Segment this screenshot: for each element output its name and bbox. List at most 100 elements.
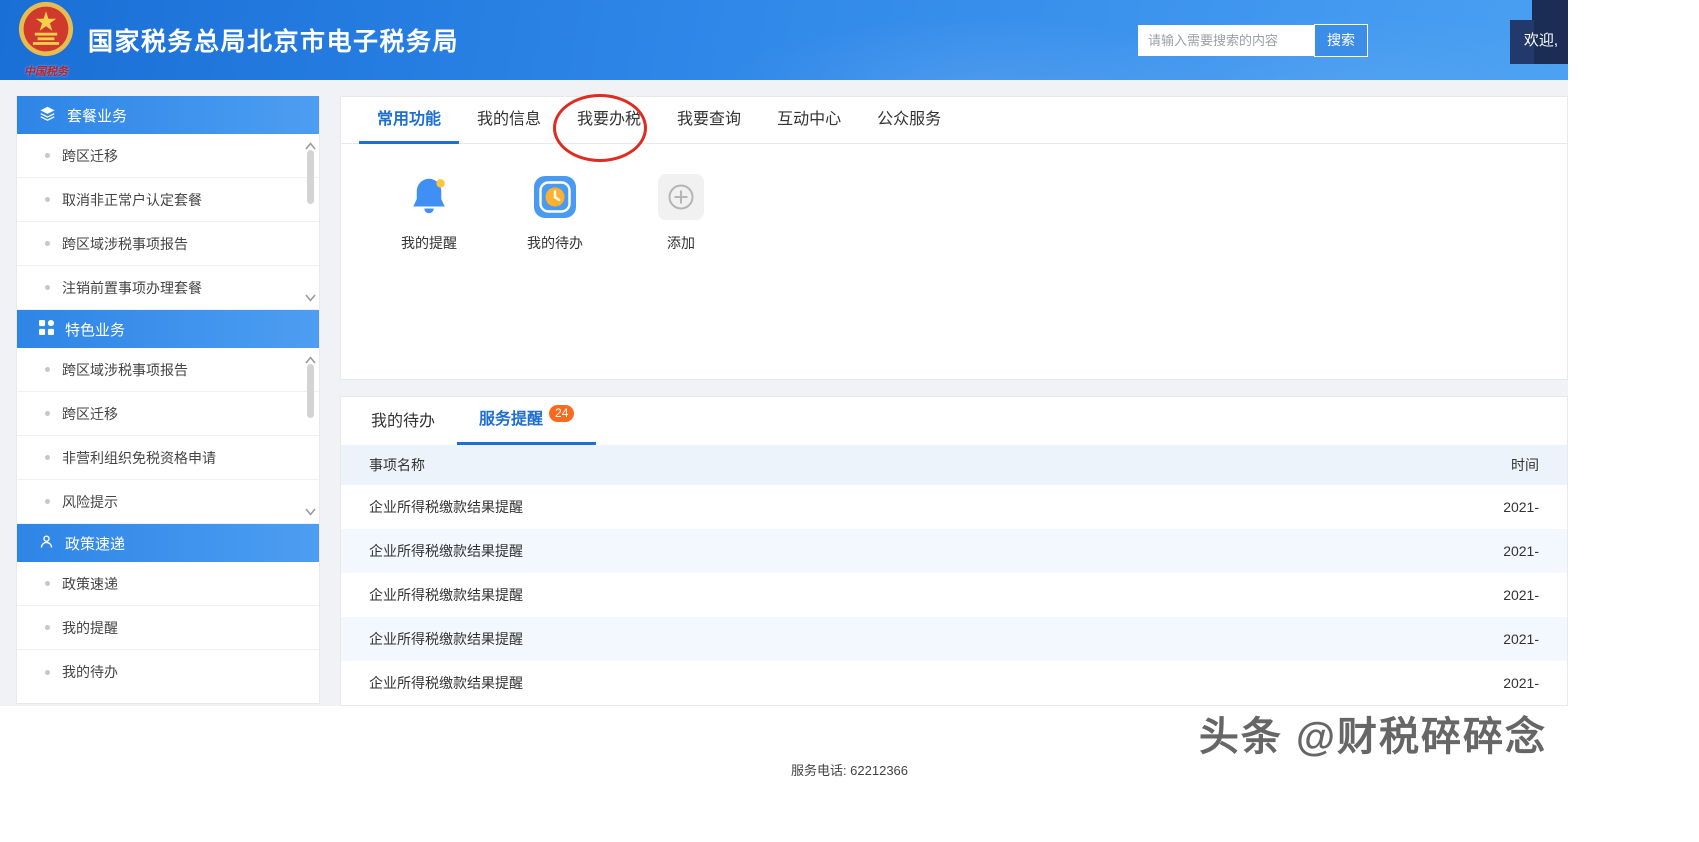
sidebar-item-label: 政策速递 xyxy=(62,575,118,592)
tab-label: 服务提醒 xyxy=(479,411,544,428)
table-row[interactable]: 企业所得税缴款结果提醒 2021- xyxy=(341,529,1567,573)
tab-label: 我的待办 xyxy=(371,412,436,430)
shortcut-my-reminders[interactable]: 我的提醒 xyxy=(391,174,467,253)
bullet-dot-icon xyxy=(45,367,50,372)
sidebar-item-label: 取消非正常户认定套餐 xyxy=(62,191,202,208)
header: 中国税务 国家税务总局北京市电子税务局 搜索 欢迎, xyxy=(0,0,1568,80)
sidebar-list: 跨区域涉税事项报告 跨区迁移 非营利组织免税资格申请 风险提示 xyxy=(17,348,319,524)
page: 中国税务 国家税务总局北京市电子税务局 搜索 欢迎, 套餐业务 跨区迁移 取消非 xyxy=(0,0,1699,842)
tab-tax-handling[interactable]: 我要办税 xyxy=(559,97,659,144)
sidebar-item[interactable]: 取消非正常户认定套餐 xyxy=(17,178,319,222)
bullet-dot-icon xyxy=(45,197,50,202)
shortcuts: 我的提醒 我的待办 添加 xyxy=(341,144,1567,253)
bullet-dot-icon xyxy=(45,241,50,246)
main-content: 常用功能 我的信息 我要办税 我要查询 互动中心 公众服务 我的提醒 我的待办 … xyxy=(340,94,1568,706)
sidebar-item[interactable]: 跨区迁移 xyxy=(17,392,319,436)
table-header: 事项名称 时间 xyxy=(341,445,1567,485)
bullet-dot-icon xyxy=(45,455,50,460)
sidebar-item[interactable]: 我的提醒 xyxy=(17,606,319,650)
sidebar-item[interactable]: 注销前置事项办理套餐 xyxy=(17,266,319,310)
scrollbar[interactable] xyxy=(303,134,317,310)
sidebar-item-label: 跨区迁移 xyxy=(62,405,118,422)
table-row[interactable]: 企业所得税缴款结果提醒 2021- xyxy=(341,573,1567,617)
scrollbar-thumb[interactable] xyxy=(307,364,314,418)
sidebar-item[interactable]: 风险提示 xyxy=(17,480,319,524)
sidebar-item[interactable]: 跨区迁移 xyxy=(17,134,319,178)
bottom-panel: 我的待办 服务提醒 24 事项名称 时间 企业所得税缴款结果提醒 2021- 企… xyxy=(340,396,1568,706)
sidebar-item-label: 跨区迁移 xyxy=(62,147,118,164)
main-layout: 套餐业务 跨区迁移 取消非正常户认定套餐 跨区域涉税事项报告 注销前置事项办理套… xyxy=(0,80,1568,706)
sidebar-item[interactable]: 跨区域涉税事项报告 xyxy=(17,222,319,266)
sidebar-item[interactable]: 政策速递 xyxy=(17,562,319,606)
clock-icon xyxy=(532,174,578,220)
chevron-down-icon[interactable] xyxy=(305,503,316,521)
search-button[interactable]: 搜索 xyxy=(1314,23,1368,57)
scrollbar[interactable] xyxy=(303,348,317,524)
tab-my-todo-list[interactable]: 我的待办 xyxy=(349,397,457,445)
bullet-dot-icon xyxy=(45,285,50,290)
reminder-tabs: 我的待办 服务提醒 24 xyxy=(341,397,1567,445)
welcome-text: 欢迎, xyxy=(1523,32,1558,49)
sidebar-item[interactable]: 我的待办 xyxy=(17,650,319,694)
sidebar-item-label: 我的待办 xyxy=(62,664,118,680)
table-row[interactable]: 企业所得税缴款结果提醒 2021- xyxy=(341,617,1567,661)
search-input[interactable] xyxy=(1138,24,1314,56)
sidebar-section-package-business[interactable]: 套餐业务 xyxy=(17,96,319,134)
row-name: 企业所得税缴款结果提醒 xyxy=(369,675,523,691)
national-emblem-icon xyxy=(18,1,74,62)
table-row[interactable]: 企业所得税缴款结果提醒 2021- xyxy=(341,485,1567,529)
bullet-dot-icon xyxy=(45,581,50,586)
sidebar: 套餐业务 跨区迁移 取消非正常户认定套餐 跨区域涉税事项报告 注销前置事项办理套… xyxy=(16,96,320,704)
apps-grid-icon xyxy=(39,319,54,339)
row-name: 企业所得税缴款结果提醒 xyxy=(369,499,523,515)
bullet-dot-icon xyxy=(45,153,50,158)
sidebar-list: 政策速递 我的提醒 我的待办 xyxy=(17,562,319,694)
row-name: 企业所得税缴款结果提醒 xyxy=(369,543,523,559)
sidebar-item-label: 非营利组织免税资格申请 xyxy=(62,449,216,466)
shortcut-label: 我的待办 xyxy=(527,235,583,251)
logo-caption: 中国税务 xyxy=(24,66,68,78)
tab-common-functions[interactable]: 常用功能 xyxy=(359,97,460,144)
scrollbar-thumb[interactable] xyxy=(307,150,314,204)
search-box: 搜索 xyxy=(1138,23,1368,57)
shortcut-label: 添加 xyxy=(667,235,695,251)
tab-my-inquiry[interactable]: 我要查询 xyxy=(659,97,759,144)
plus-icon xyxy=(658,174,704,220)
shortcut-add[interactable]: 添加 xyxy=(643,174,719,253)
bullet-dot-icon xyxy=(45,669,50,675)
table-row[interactable]: 企业所得税缴款结果提醒 2021- xyxy=(341,661,1567,705)
sidebar-item-label: 注销前置事项办理套餐 xyxy=(62,279,202,296)
tax-bureau-logo: 中国税务 xyxy=(18,1,74,79)
sidebar-list: 跨区迁移 取消非正常户认定套餐 跨区域涉税事项报告 注销前置事项办理套餐 xyxy=(17,134,319,310)
site-title: 国家税务总局北京市电子税务局 xyxy=(88,28,460,56)
row-time: 2021- xyxy=(1503,675,1539,691)
shortcut-my-todo[interactable]: 我的待办 xyxy=(517,174,593,253)
tab-interaction-center[interactable]: 互动中心 xyxy=(759,97,859,144)
sidebar-section-title: 特色业务 xyxy=(65,321,126,339)
sidebar-item[interactable]: 非营利组织免税资格申请 xyxy=(17,436,319,480)
watermark: 头条 @财税碎碎念 xyxy=(1198,715,1547,759)
bullet-dot-icon xyxy=(45,499,50,504)
tab-public-service[interactable]: 公众服务 xyxy=(859,97,959,144)
bullet-dot-icon xyxy=(45,625,50,630)
service-phone: 服务电话: 62212366 xyxy=(790,763,909,778)
sidebar-item-label: 风险提示 xyxy=(62,493,118,510)
row-name: 企业所得税缴款结果提醒 xyxy=(369,587,523,603)
sidebar-item-label: 我的提醒 xyxy=(62,619,118,636)
shortcut-label: 我的提醒 xyxy=(401,235,457,251)
column-header-time: 时间 xyxy=(1511,457,1539,473)
user-icon xyxy=(39,534,54,553)
sidebar-item-label: 跨区域涉税事项报告 xyxy=(62,361,188,378)
sidebar-item[interactable]: 跨区域涉税事项报告 xyxy=(17,348,319,392)
tab-my-information[interactable]: 我的信息 xyxy=(459,97,559,144)
sidebar-section-special-business[interactable]: 特色业务 xyxy=(17,310,319,348)
tab-service-reminders[interactable]: 服务提醒 24 xyxy=(457,397,597,445)
layers-icon xyxy=(39,105,56,126)
chevron-down-icon[interactable] xyxy=(305,289,316,307)
bell-icon xyxy=(408,174,450,220)
main-tabs: 常用功能 我的信息 我要办税 我要查询 互动中心 公众服务 xyxy=(341,94,1567,162)
row-name: 企业所得税缴款结果提醒 xyxy=(369,631,523,647)
row-time: 2021- xyxy=(1503,499,1539,515)
sidebar-section-policy-express[interactable]: 政策速递 xyxy=(17,524,319,562)
sidebar-item-label: 跨区域涉税事项报告 xyxy=(62,235,188,252)
